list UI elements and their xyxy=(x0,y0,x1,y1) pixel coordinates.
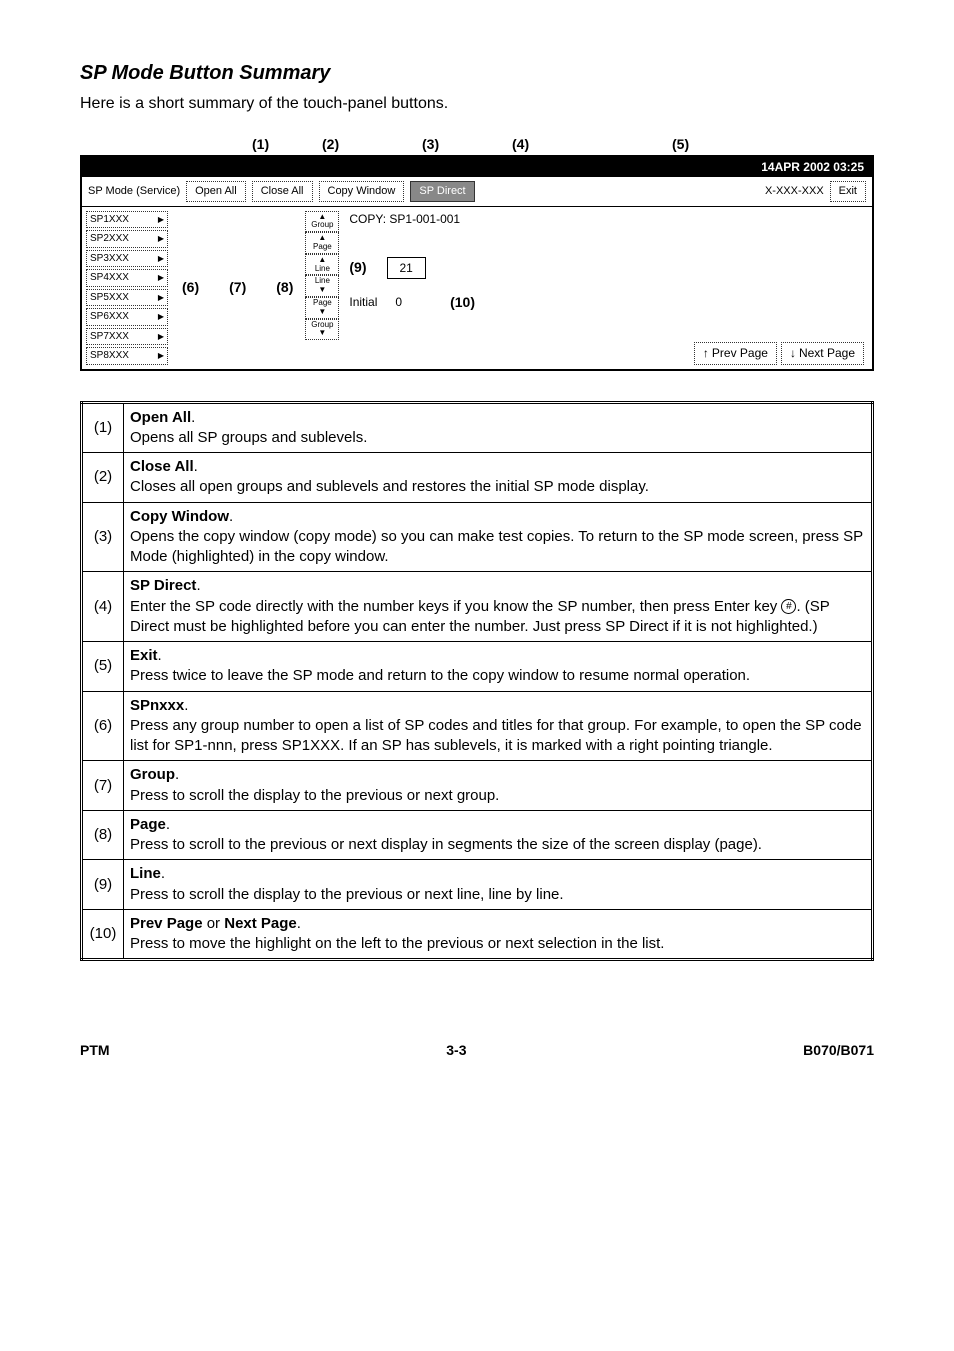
toolbar: SP Mode (Service) Open All Close All Cop… xyxy=(82,177,872,207)
page-down-button[interactable]: Page xyxy=(305,297,339,319)
footer-right: B070/B071 xyxy=(803,1041,874,1060)
row-text: Page.Press to scroll to the previous or … xyxy=(124,810,873,860)
footer-center: 3-3 xyxy=(446,1041,466,1060)
down-arrow-icon xyxy=(306,329,338,338)
down-arrow-icon xyxy=(306,308,338,317)
open-all-button[interactable]: Open All xyxy=(186,181,246,202)
sp-mode-diagram: (1) (2) (3) (4) (5) 14APR 2002 03:25 SP … xyxy=(80,155,874,371)
callout-4: (4) xyxy=(512,135,529,154)
table-row: (6) SPnxxx.Press any group number to ope… xyxy=(82,691,873,761)
row-text: Prev Page or Next Page.Press to move the… xyxy=(124,909,873,960)
sp3xxx-button[interactable]: SP3XXX xyxy=(86,250,168,268)
up-arrow-icon: ↑ xyxy=(703,345,709,361)
row-num: (5) xyxy=(82,642,124,692)
hash-key-icon: # xyxy=(781,599,796,614)
sp7xxx-button[interactable]: SP7XXX xyxy=(86,328,168,346)
table-row: (1) Open All.Opens all SP groups and sub… xyxy=(82,402,873,453)
row-num: (1) xyxy=(82,402,124,453)
copy-title: COPY: SP1-001-001 xyxy=(349,211,864,227)
nav-column: Group Page Line Line Page Group xyxy=(303,207,341,369)
row-text: Open All.Opens all SP groups and subleve… xyxy=(124,402,873,453)
table-row: (7) Group.Press to scroll the display to… xyxy=(82,761,873,811)
sp1xxx-button[interactable]: SP1XXX xyxy=(86,211,168,229)
page-up-button[interactable]: Page xyxy=(305,232,339,254)
line-up-button[interactable]: Line xyxy=(305,254,339,276)
callout-9: (9) xyxy=(349,258,366,277)
sp5xxx-button[interactable]: SP5XXX xyxy=(86,289,168,307)
row-num: (6) xyxy=(82,691,124,761)
row-text: Line.Press to scroll the display to the … xyxy=(124,860,873,910)
value-box: 21 xyxy=(387,257,426,279)
callout-1: (1) xyxy=(252,135,269,154)
line-down-button[interactable]: Line xyxy=(305,275,339,297)
row-num: (3) xyxy=(82,502,124,572)
row-text: Group.Press to scroll the display to the… xyxy=(124,761,873,811)
timestamp-bar: 14APR 2002 03:25 xyxy=(82,157,872,177)
callout-5: (5) xyxy=(672,135,689,154)
triangle-icon xyxy=(158,291,164,305)
table-row: (9) Line.Press to scroll the display to … xyxy=(82,860,873,910)
content-area: COPY: SP1-001-001 (9) 21 Initial 0 (10) … xyxy=(341,207,872,369)
table-row: (10) Prev Page or Next Page.Press to mov… xyxy=(82,909,873,960)
group-up-button[interactable]: Group xyxy=(305,211,339,233)
sp6xxx-button[interactable]: SP6XXX xyxy=(86,308,168,326)
triangle-icon xyxy=(158,349,164,363)
close-all-button[interactable]: Close All xyxy=(252,181,313,202)
triangle-icon xyxy=(158,252,164,266)
row-num: (4) xyxy=(82,572,124,642)
triangle-icon xyxy=(158,232,164,246)
sp-direct-button[interactable]: SP Direct xyxy=(410,181,474,202)
row-text: Exit.Press twice to leave the SP mode an… xyxy=(124,642,873,692)
xxx-label: X-XXX-XXX xyxy=(765,184,824,199)
copy-window-button[interactable]: Copy Window xyxy=(319,181,405,202)
footer-left: PTM xyxy=(80,1041,110,1060)
callout-10: (10) xyxy=(450,293,475,312)
row-text: SP Direct.Enter the SP code directly wit… xyxy=(124,572,873,642)
row-text: SPnxxx.Press any group number to open a … xyxy=(124,691,873,761)
table-row: (8) Page.Press to scroll to the previous… xyxy=(82,810,873,860)
triangle-icon xyxy=(158,310,164,324)
initial-value: 0 xyxy=(395,294,402,310)
table-row: (3) Copy Window.Opens the copy window (c… xyxy=(82,502,873,572)
row-num: (2) xyxy=(82,453,124,503)
sp-sidebar: SP1XXX SP2XXX SP3XXX SP4XXX SP5XXX SP6XX… xyxy=(82,207,172,369)
mode-label: SP Mode (Service) xyxy=(88,184,180,199)
definitions-table: (1) Open All.Opens all SP groups and sub… xyxy=(80,401,874,962)
exit-button[interactable]: Exit xyxy=(830,181,866,202)
callout-3: (3) xyxy=(422,135,439,154)
table-row: (2) Close All.Closes all open groups and… xyxy=(82,453,873,503)
triangle-icon xyxy=(158,213,164,227)
next-page-button[interactable]: ↓Next Page xyxy=(781,342,864,364)
page-footer: PTM 3-3 B070/B071 xyxy=(80,1041,874,1060)
group-down-button[interactable]: Group xyxy=(305,319,339,341)
page-title: SP Mode Button Summary xyxy=(80,60,874,87)
row-num: (7) xyxy=(82,761,124,811)
triangle-icon xyxy=(158,271,164,285)
sp2xxx-button[interactable]: SP2XXX xyxy=(86,230,168,248)
initial-label: Initial xyxy=(349,294,377,310)
row-text: Copy Window.Opens the copy window (copy … xyxy=(124,502,873,572)
callout-7: (7) xyxy=(229,278,246,297)
down-arrow-icon: ↓ xyxy=(790,345,796,361)
sp8xxx-button[interactable]: SP8XXX xyxy=(86,347,168,365)
table-row: (5) Exit.Press twice to leave the SP mod… xyxy=(82,642,873,692)
row-num: (8) xyxy=(82,810,124,860)
table-row: (4) SP Direct.Enter the SP code directly… xyxy=(82,572,873,642)
callout-2: (2) xyxy=(322,135,339,154)
mid-callouts: (6) (7) (8) xyxy=(172,207,303,369)
callout-8: (8) xyxy=(276,278,293,297)
intro-text: Here is a short summary of the touch-pan… xyxy=(80,93,874,115)
down-arrow-icon xyxy=(306,286,338,295)
row-num: (10) xyxy=(82,909,124,960)
prev-page-button[interactable]: ↑Prev Page xyxy=(694,342,777,364)
callout-6: (6) xyxy=(182,278,199,297)
sp4xxx-button[interactable]: SP4XXX xyxy=(86,269,168,287)
row-text: Close All.Closes all open groups and sub… xyxy=(124,453,873,503)
triangle-icon xyxy=(158,330,164,344)
row-num: (9) xyxy=(82,860,124,910)
